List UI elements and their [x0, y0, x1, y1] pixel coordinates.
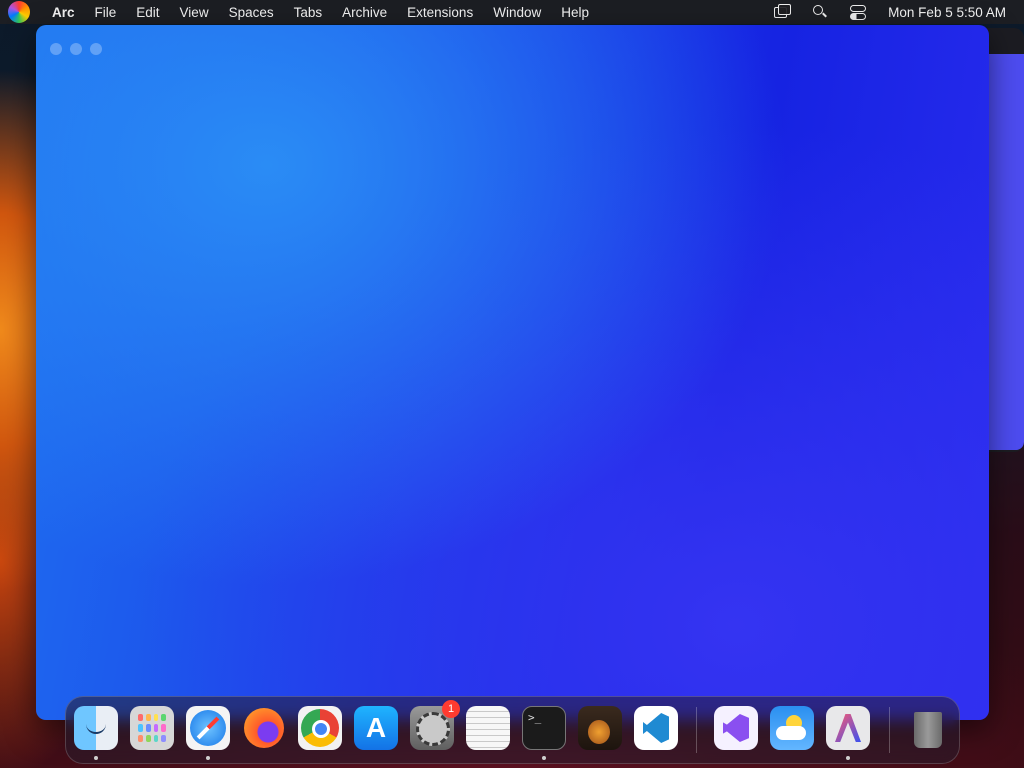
terminal-running-indicator: [542, 756, 546, 760]
visual-studio-icon[interactable]: [714, 706, 758, 750]
window-controls: [50, 43, 102, 55]
menu-tabs[interactable]: Tabs: [294, 5, 323, 20]
arc-running-indicator: [846, 756, 850, 760]
arc-icon[interactable]: [826, 706, 870, 750]
terminal-icon[interactable]: >_: [522, 706, 566, 750]
finder-running-indicator: [94, 756, 98, 760]
firefox-icon[interactable]: [242, 706, 286, 750]
trash-icon[interactable]: [906, 706, 950, 750]
dock: A 1 >_: [65, 696, 960, 764]
dock-separator: [696, 707, 697, 753]
menu-spaces[interactable]: Spaces: [229, 5, 274, 20]
menu-file[interactable]: File: [95, 5, 117, 20]
safari-icon[interactable]: [186, 706, 230, 750]
menu-bar: Arc File Edit View Spaces Tabs Archive E…: [0, 0, 1024, 24]
menu-edit[interactable]: Edit: [136, 5, 159, 20]
menubar-clock[interactable]: Mon Feb 5 5:50 AM: [888, 5, 1006, 20]
menu-help[interactable]: Help: [561, 5, 589, 20]
spotlight-search-icon[interactable]: [812, 5, 828, 19]
menu-extensions[interactable]: Extensions: [407, 5, 473, 20]
chrome-icon[interactable]: [298, 706, 342, 750]
weather-icon[interactable]: [770, 706, 814, 750]
notification-badge: 1: [442, 700, 460, 718]
control-center-icon[interactable]: [850, 5, 867, 20]
zoom-window-button[interactable]: [90, 43, 102, 55]
garageband-icon[interactable]: [578, 706, 622, 750]
close-window-button[interactable]: [50, 43, 62, 55]
minimize-window-button[interactable]: [70, 43, 82, 55]
apple-menu-icon[interactable]: [8, 1, 30, 23]
vscode-icon[interactable]: [634, 706, 678, 750]
menu-window[interactable]: Window: [493, 5, 541, 20]
background-window-pane: [988, 54, 1024, 450]
textedit-icon[interactable]: [466, 706, 510, 750]
menu-archive[interactable]: Archive: [342, 5, 387, 20]
app-store-icon[interactable]: A: [354, 706, 398, 750]
status-area: Mon Feb 5 5:50 AM: [774, 0, 1006, 24]
safari-running-indicator: [206, 756, 210, 760]
menu-view[interactable]: View: [180, 5, 209, 20]
system-settings-icon[interactable]: 1: [410, 700, 460, 750]
finder-icon[interactable]: [74, 706, 118, 750]
app-menu-arc[interactable]: Arc: [52, 5, 75, 20]
terminal-prompt: >_: [528, 711, 542, 724]
arc-browser-window[interactable]: [36, 25, 989, 720]
launchpad-icon[interactable]: [130, 706, 174, 750]
dock-separator: [889, 707, 890, 753]
screen-mirroring-icon[interactable]: [774, 4, 792, 19]
